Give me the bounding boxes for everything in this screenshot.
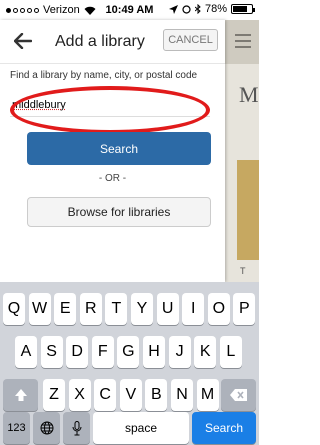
menu-icon[interactable] [235, 34, 251, 48]
key-b[interactable]: B [145, 379, 168, 411]
key-v[interactable]: V [119, 379, 142, 411]
annotation-ellipse [10, 86, 210, 134]
keyboard-row-1: QWERTYUIOP [0, 293, 259, 325]
background-heading: M [239, 82, 259, 107]
dictation-key[interactable] [63, 412, 90, 444]
status-bar: Verizon 10:49 AM 78% [0, 0, 259, 20]
background-header [225, 20, 259, 64]
globe-key[interactable] [33, 412, 60, 444]
shift-key[interactable] [3, 379, 38, 411]
background-app: M T [225, 20, 259, 282]
key-p[interactable]: P [233, 293, 256, 325]
key-n[interactable]: N [171, 379, 193, 411]
page-title: Add a library [55, 33, 145, 50]
keyboard-search-key[interactable]: Search [192, 412, 256, 444]
key-j[interactable]: J [168, 336, 191, 368]
add-library-panel: Add a library CANCEL Find a library by n… [0, 20, 225, 282]
space-key[interactable]: space [93, 412, 189, 444]
battery-percent: 78% [204, 3, 227, 15]
key-o[interactable]: O [207, 293, 230, 325]
back-arrow-icon [14, 33, 32, 49]
key-h[interactable]: H [143, 336, 165, 368]
key-l[interactable]: L [219, 336, 242, 368]
key-a[interactable]: A [15, 336, 37, 368]
backspace-icon [229, 389, 247, 401]
microphone-icon [72, 420, 81, 435]
back-button[interactable] [8, 26, 38, 56]
key-c[interactable]: C [94, 379, 117, 411]
browse-libraries-button[interactable]: Browse for libraries [27, 197, 211, 227]
key-r[interactable]: R [79, 293, 102, 325]
globe-icon [40, 421, 53, 435]
key-k[interactable]: K [194, 336, 217, 368]
key-g[interactable]: G [117, 336, 140, 368]
background-label: T [240, 266, 246, 276]
key-i[interactable]: I [182, 293, 205, 325]
key-u[interactable]: U [156, 293, 179, 325]
keyboard: QWERTYUIOP ASDFGHJKL ZXCVBNM 123 space S… [0, 282, 259, 445]
key-f[interactable]: F [91, 336, 114, 368]
shift-icon [14, 389, 27, 401]
battery-fill [233, 6, 247, 12]
key-w[interactable]: W [28, 293, 51, 325]
search-prompt: Find a library by name, city, or postal … [10, 70, 198, 81]
keyboard-row-3: ZXCVBNM [0, 379, 259, 411]
keyboard-row-4: 123 space Search [0, 412, 259, 444]
status-right: 78% [168, 3, 255, 15]
alarm-icon [182, 4, 191, 14]
key-z[interactable]: Z [43, 379, 65, 411]
key-s[interactable]: S [40, 336, 63, 368]
bluetooth-icon [194, 4, 201, 14]
background-card [237, 160, 259, 260]
numbers-key[interactable]: 123 [3, 412, 30, 444]
search-button[interactable]: Search [27, 132, 211, 165]
key-y[interactable]: Y [131, 293, 153, 325]
nav-bar: Add a library CANCEL [0, 20, 225, 64]
or-divider: - OR - [98, 173, 127, 184]
keyboard-row-2: ASDFGHJKL [0, 336, 259, 368]
key-d[interactable]: D [66, 336, 89, 368]
battery-icon [231, 4, 255, 14]
delete-key[interactable] [221, 379, 256, 411]
key-x[interactable]: X [68, 379, 91, 411]
location-icon [168, 4, 178, 14]
key-q[interactable]: Q [3, 293, 25, 325]
key-t[interactable]: T [105, 293, 128, 325]
key-e[interactable]: E [54, 293, 77, 325]
cancel-button[interactable]: CANCEL [163, 29, 218, 51]
key-m[interactable]: M [196, 379, 219, 411]
